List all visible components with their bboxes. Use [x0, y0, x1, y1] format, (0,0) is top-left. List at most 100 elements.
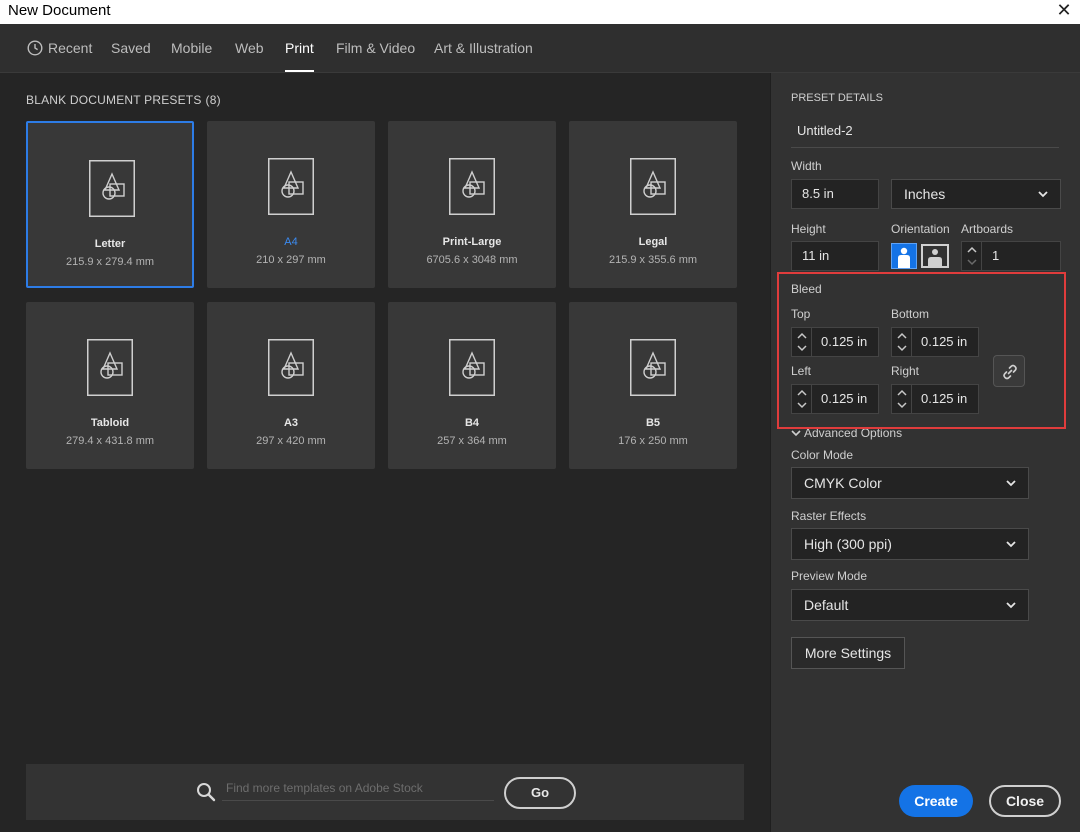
document-icon: [268, 158, 314, 215]
preset-card-b5[interactable]: B5 176 x 250 mm: [569, 302, 737, 469]
preset-name: B4: [464, 417, 480, 429]
tab-web[interactable]: Web: [235, 24, 264, 72]
tab-film-video[interactable]: Film & Video: [336, 24, 415, 72]
bleed-left-label: Left: [791, 364, 812, 378]
presets-heading: BLANK DOCUMENT PRESETS (8): [26, 93, 221, 107]
go-button[interactable]: Go: [504, 777, 576, 809]
preset-card-b4[interactable]: B4 257 x 364 mm: [388, 302, 556, 469]
preset-card-a4[interactable]: A4 210 x 297 mm: [207, 121, 375, 288]
clock-icon: [27, 40, 43, 56]
close-button[interactable]: Close: [989, 785, 1061, 817]
height-input[interactable]: 11 in: [791, 241, 879, 271]
presets-pane: BLANK DOCUMENT PRESETS (8) Letter 215.9 x …: [0, 73, 770, 832]
bleed-left-value: 0.125 in: [821, 391, 868, 406]
preset-name: B5: [645, 417, 661, 429]
stepper-down-icon: [897, 402, 907, 409]
preview-mode-value: Default: [804, 597, 849, 613]
preset-card-a3[interactable]: A3 297 x 420 mm: [207, 302, 375, 469]
document-icon: [87, 339, 133, 396]
preset-name: Legal: [638, 236, 668, 248]
preset-dimensions: 257 x 364 mm: [437, 435, 507, 447]
preset-dimensions: 297 x 420 mm: [256, 435, 326, 447]
preset-name: A3: [283, 417, 299, 429]
raster-effects-value: High (300 ppi): [804, 536, 892, 552]
bleed-bottom-stepper[interactable]: [892, 328, 912, 356]
stepper-down-icon: [897, 345, 907, 352]
link-bleed-button[interactable]: [993, 355, 1025, 387]
preset-name: A4: [284, 236, 298, 248]
preset-details-heading: PRESET DETAILS: [791, 92, 883, 104]
color-mode-value: CMYK Color: [804, 475, 882, 491]
preset-card-tabloid[interactable]: Tabloid 279.4 x 431.8 mm: [26, 302, 194, 469]
window-close-icon[interactable]: ✕: [1056, 1, 1072, 19]
bleed-top-stepper[interactable]: [792, 328, 812, 356]
stepper-up-icon: [897, 332, 907, 339]
chevron-down-icon: [791, 430, 801, 437]
artboards-stepper[interactable]: [962, 242, 982, 270]
tab-art-illustration[interactable]: Art & Illustration: [434, 24, 533, 72]
color-mode-dropdown[interactable]: CMYK Color: [791, 467, 1029, 499]
tab-recent[interactable]: Recent: [27, 24, 92, 72]
preset-card-print-large[interactable]: Print-Large 6705.6 x 3048 mm: [388, 121, 556, 288]
preset-name: Tabloid: [90, 417, 130, 429]
units-dropdown[interactable]: Inches: [891, 179, 1061, 209]
preset-card-letter[interactable]: Letter 215.9 x 279.4 mm: [26, 121, 194, 288]
bleed-left-input[interactable]: 0.125 in: [791, 384, 879, 414]
bleed-top-input[interactable]: 0.125 in: [791, 327, 879, 357]
document-icon: [268, 339, 314, 396]
tab-recent-label: Recent: [48, 40, 93, 56]
tab-saved[interactable]: Saved: [111, 24, 151, 72]
document-icon: [630, 339, 676, 396]
portrait-orientation-button[interactable]: [891, 243, 917, 269]
chevron-down-icon: [1006, 541, 1016, 548]
preset-dimensions: 6705.6 x 3048 mm: [426, 254, 518, 266]
tab-print[interactable]: Print: [285, 24, 314, 72]
presets-heading-label: BLANK DOCUMENT PRESETS: [26, 93, 202, 107]
stepper-up-icon: [967, 246, 977, 253]
raster-effects-dropdown[interactable]: High (300 ppi): [791, 528, 1029, 560]
link-icon: [1003, 364, 1017, 380]
search-icon: [197, 783, 216, 802]
stock-search-input[interactable]: [222, 775, 494, 801]
bleed-left-stepper[interactable]: [792, 385, 812, 413]
document-icon: [449, 339, 495, 396]
bleed-right-stepper[interactable]: [892, 385, 912, 413]
width-label: Width: [791, 159, 822, 173]
more-settings-button[interactable]: More Settings: [791, 637, 905, 669]
bleed-right-value: 0.125 in: [921, 391, 968, 406]
preset-details-pane: PRESET DETAILS Untitled-2 Width 8.5 in I…: [770, 73, 1080, 832]
preview-mode-label: Preview Mode: [791, 569, 868, 583]
tab-mobile[interactable]: Mobile: [171, 24, 212, 72]
portrait-icon: [891, 243, 917, 269]
bleed-right-input[interactable]: 0.125 in: [891, 384, 979, 414]
title-bar: New Document ✕: [0, 0, 1080, 24]
preview-mode-dropdown[interactable]: Default: [791, 589, 1029, 621]
stepper-up-icon: [797, 389, 807, 396]
bleed-bottom-value: 0.125 in: [921, 334, 968, 349]
document-name-field[interactable]: Untitled-2: [791, 120, 1059, 148]
bleed-top-label: Top: [791, 307, 811, 321]
artboards-input[interactable]: 1: [961, 241, 1061, 271]
preset-card-legal[interactable]: Legal 215.9 x 355.6 mm: [569, 121, 737, 288]
preset-dimensions: 215.9 x 355.6 mm: [608, 254, 698, 266]
chevron-down-icon: [1038, 191, 1048, 198]
orientation-label: Orientation: [891, 222, 950, 236]
bleed-bottom-input[interactable]: 0.125 in: [891, 327, 979, 357]
preset-dimensions: 215.9 x 279.4 mm: [65, 256, 155, 268]
artboards-value: 1: [992, 248, 1000, 263]
advanced-options-label: Advanced Options: [804, 426, 903, 440]
artboards-label: Artboards: [961, 222, 1014, 236]
category-tabs: Recent Saved Mobile Web Print Film & Vid…: [0, 24, 1080, 73]
stock-search-bar: Go: [26, 764, 744, 820]
width-input[interactable]: 8.5 in: [791, 179, 879, 209]
preset-dimensions: 279.4 x 431.8 mm: [65, 435, 155, 447]
height-label: Height: [791, 222, 826, 236]
landscape-orientation-button[interactable]: [921, 243, 949, 269]
stepper-down-icon: [797, 345, 807, 352]
preset-dimensions: 176 x 250 mm: [618, 435, 688, 447]
stepper-up-icon: [897, 389, 907, 396]
create-button[interactable]: Create: [899, 785, 973, 817]
advanced-options-toggle[interactable]: Advanced Options: [791, 426, 902, 440]
stepper-up-icon: [797, 332, 807, 339]
stepper-down-icon: [797, 402, 807, 409]
